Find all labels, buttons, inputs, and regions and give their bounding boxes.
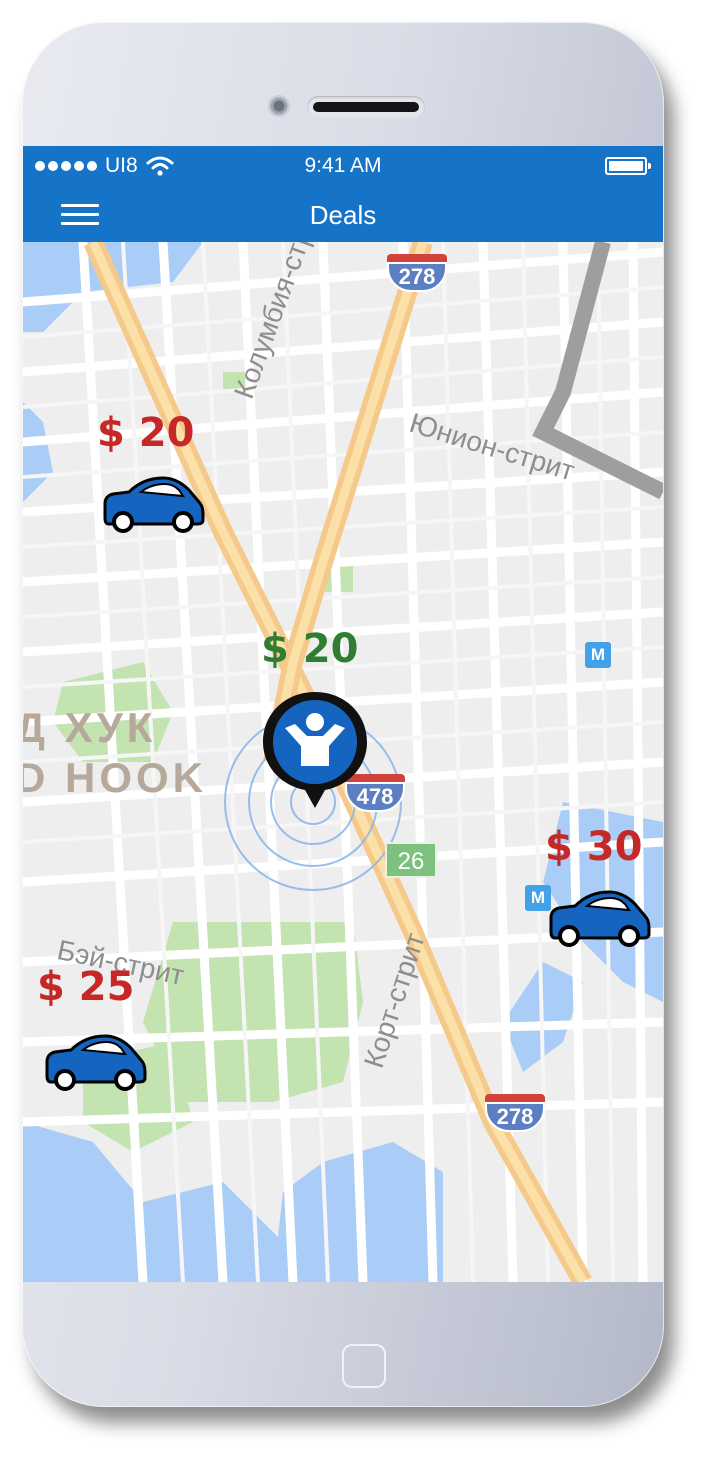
- earpiece-speaker: [307, 96, 425, 118]
- route-marker: 26: [385, 842, 437, 878]
- status-bar: UI8 9:41 AM: [23, 146, 663, 186]
- app-screen: Колумбия-стрит Юнион-стрит Корт-стрит Бэ…: [23, 146, 663, 1282]
- front-camera: [268, 95, 290, 117]
- deal-price[interactable]: $ 30: [545, 824, 642, 870]
- page-title: Deals: [309, 200, 377, 230]
- status-time: 9:41 AM: [304, 154, 382, 177]
- deal-price[interactable]: $ 20: [97, 410, 194, 456]
- deal-price[interactable]: $ 25: [37, 964, 134, 1010]
- user-location-pin-icon[interactable]: [259, 688, 371, 816]
- place-label: D HOOK: [23, 754, 207, 801]
- place-label: Д ХУК: [23, 704, 157, 751]
- deal-price[interactable]: $ 20: [261, 626, 358, 672]
- home-button[interactable]: [342, 1344, 386, 1388]
- metro-icon: M: [585, 642, 611, 668]
- car-icon[interactable]: [99, 474, 205, 534]
- highway-shield: 278: [387, 254, 447, 300]
- app-header: Deals: [23, 186, 663, 242]
- map-view[interactable]: Колумбия-стрит Юнион-стрит Корт-стрит Бэ…: [23, 197, 663, 1282]
- highway-shield: 278: [485, 1094, 545, 1140]
- battery-icon: [605, 157, 651, 175]
- car-icon[interactable]: [545, 888, 651, 948]
- car-icon[interactable]: [41, 1032, 147, 1092]
